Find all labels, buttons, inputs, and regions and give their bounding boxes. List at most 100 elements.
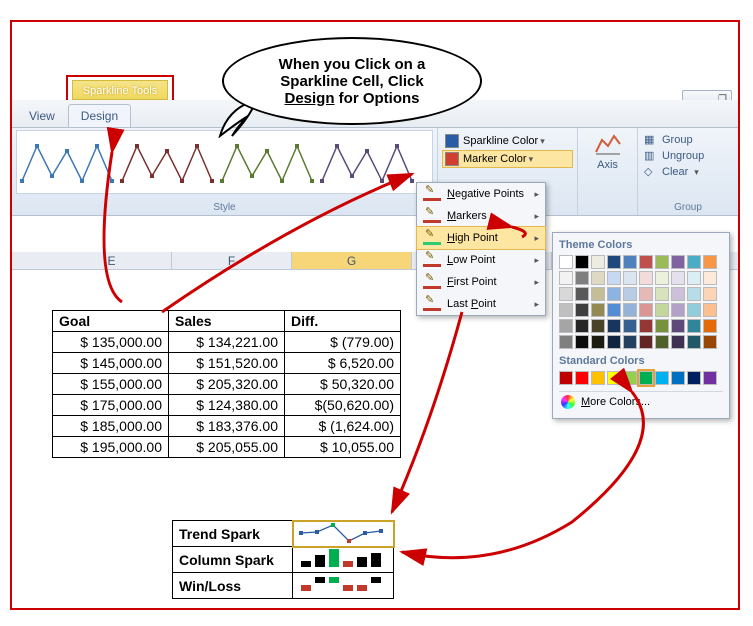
color-swatch[interactable] [655,371,669,385]
color-swatch[interactable] [591,371,605,385]
color-swatch[interactable] [575,271,589,285]
color-swatch[interactable] [559,319,573,333]
column-header-f[interactable]: F [172,252,292,269]
menu-low-point[interactable]: Low Point▸ [417,249,545,271]
table-cell[interactable]: $ 205,320.00 [169,374,285,395]
table-cell[interactable]: $ 155,000.00 [53,374,169,395]
table-cell[interactable]: $ 124,380.00 [169,395,285,416]
column-header-g[interactable]: G [292,252,412,269]
table-cell[interactable]: $ 145,000.00 [53,353,169,374]
color-swatch[interactable] [575,319,589,333]
color-swatch[interactable] [559,335,573,349]
color-swatch[interactable] [671,335,685,349]
color-swatch[interactable] [687,303,701,317]
color-swatch[interactable] [623,271,637,285]
color-swatch[interactable] [671,319,685,333]
color-swatch[interactable] [607,255,621,269]
color-swatch[interactable] [703,371,717,385]
color-swatch[interactable] [623,287,637,301]
color-swatch[interactable] [655,303,669,317]
table-cell[interactable]: $ 134,221.00 [169,332,285,353]
color-swatch[interactable] [623,319,637,333]
color-swatch[interactable] [655,335,669,349]
color-swatch[interactable] [639,255,653,269]
color-swatch[interactable] [639,271,653,285]
color-swatch[interactable] [703,287,717,301]
color-swatch[interactable] [671,271,685,285]
color-swatch[interactable] [639,319,653,333]
marker-color-button[interactable]: Marker Color ▾ [442,150,573,168]
color-swatch[interactable] [687,371,701,385]
color-swatch[interactable] [671,371,685,385]
color-swatch[interactable] [623,255,637,269]
sparkline-color-button[interactable]: Sparkline Color ▾ [442,132,573,150]
color-swatch[interactable] [655,319,669,333]
table-cell[interactable]: $ 175,000.00 [53,395,169,416]
color-swatch[interactable] [703,319,717,333]
color-swatch[interactable] [623,303,637,317]
color-swatch[interactable] [703,303,717,317]
color-swatch[interactable] [559,255,573,269]
color-swatch[interactable] [671,255,685,269]
color-swatch[interactable] [591,335,605,349]
color-swatch[interactable] [639,371,653,385]
menu-high-point[interactable]: High Point▸ [416,226,546,250]
tab-view[interactable]: View [16,104,68,127]
color-swatch[interactable] [607,335,621,349]
table-cell[interactable]: $ (1,624.00) [285,416,401,437]
color-swatch[interactable] [623,335,637,349]
color-swatch[interactable] [575,303,589,317]
color-swatch[interactable] [639,287,653,301]
table-cell[interactable]: $ 205,055.00 [169,437,285,458]
ungroup-button[interactable]: ▥Ungroup [642,148,734,164]
color-swatch[interactable] [687,271,701,285]
color-swatch[interactable] [591,287,605,301]
column-header-e[interactable]: E [52,252,172,269]
menu-first-point[interactable]: First Point▸ [417,271,545,293]
table-cell[interactable]: $ 195,000.00 [53,437,169,458]
color-swatch[interactable] [575,335,589,349]
table-cell[interactable]: $ 10,055.00 [285,437,401,458]
color-swatch[interactable] [655,287,669,301]
menu-negative-points[interactable]: Negative Points▸ [417,183,545,205]
table-cell[interactable]: $ (779.00) [285,332,401,353]
color-swatch[interactable] [575,287,589,301]
color-swatch[interactable] [591,303,605,317]
color-swatch[interactable] [575,371,589,385]
winloss-sparkline-cell[interactable] [293,573,394,599]
color-swatch[interactable] [559,271,573,285]
color-swatch[interactable] [687,319,701,333]
color-swatch[interactable] [607,319,621,333]
color-swatch[interactable] [591,271,605,285]
more-colors-button[interactable]: More Colors... [559,391,723,412]
table-cell[interactable]: $ 50,320.00 [285,374,401,395]
color-swatch[interactable] [655,271,669,285]
color-swatch[interactable] [591,255,605,269]
color-swatch[interactable] [607,303,621,317]
color-swatch[interactable] [607,371,621,385]
color-swatch[interactable] [687,335,701,349]
color-swatch[interactable] [639,303,653,317]
clear-button[interactable]: ◇Clear▾ [642,164,734,180]
menu-last-point[interactable]: Last Point▸ [417,293,545,315]
column-sparkline-cell[interactable] [293,547,394,573]
color-swatch[interactable] [591,319,605,333]
color-swatch[interactable] [559,371,573,385]
color-swatch[interactable] [687,255,701,269]
table-cell[interactable]: $ 6,520.00 [285,353,401,374]
color-swatch[interactable] [575,255,589,269]
color-swatch[interactable] [607,271,621,285]
table-cell[interactable]: $ 135,000.00 [53,332,169,353]
table-cell[interactable]: $(50,620.00) [285,395,401,416]
table-cell[interactable]: $ 183,376.00 [169,416,285,437]
color-swatch[interactable] [623,371,637,385]
menu-markers[interactable]: Markers▸ [417,205,545,227]
color-swatch[interactable] [703,335,717,349]
table-cell[interactable]: $ 185,000.00 [53,416,169,437]
tab-design[interactable]: Design [68,104,131,127]
color-swatch[interactable] [559,303,573,317]
color-swatch[interactable] [607,287,621,301]
color-swatch[interactable] [703,271,717,285]
color-swatch[interactable] [639,335,653,349]
trend-sparkline-cell[interactable] [293,521,394,547]
